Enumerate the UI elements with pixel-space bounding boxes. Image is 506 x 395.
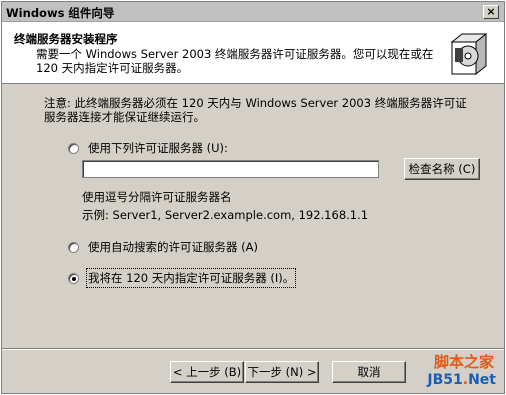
page-subtitle: 需要一个 Windows Server 2003 终端服务器许可证服务器。您可以…: [36, 47, 434, 75]
title-bar: Windows 组件向导 ×: [2, 2, 504, 22]
note-text: 注意: 此终端服务器必须在 120 天内与 Windows Server 200…: [44, 96, 467, 124]
installer-box-icon: [450, 32, 488, 76]
page-title: 终端服务器安装程序: [14, 32, 118, 46]
wizard-window: Windows 组件向导 × 终端服务器安装程序 需要一个 Windows Se…: [1, 1, 505, 394]
radio-button[interactable]: [68, 142, 79, 154]
back-button[interactable]: < 上一步 (B): [170, 361, 244, 383]
window-title: Windows 组件向导: [6, 6, 115, 20]
radio-button[interactable]: [68, 241, 79, 253]
watermark-site: 脚本之家: [433, 353, 494, 371]
license-server-input[interactable]: [82, 160, 379, 178]
hint-text: 使用逗号分隔许可证服务器名: [82, 190, 232, 204]
close-button[interactable]: ×: [483, 5, 499, 19]
radio-label: 使用下列许可证服务器 (U):: [88, 141, 228, 155]
radio-label: 我将在 120 天内指定许可证服务器 (I)。: [85, 268, 297, 288]
cancel-button[interactable]: 取消: [332, 361, 406, 383]
radio-auto-discover[interactable]: 使用自动搜索的许可证服务器 (A): [68, 239, 258, 255]
example-text: 示例: Server1, Server2.example.com, 192.16…: [82, 208, 369, 222]
radio-specify-later[interactable]: 我将在 120 天内指定许可证服务器 (I)。: [68, 268, 297, 288]
check-names-button[interactable]: 检查名称 (C): [404, 158, 480, 180]
watermark-domain-name: JB51: [427, 372, 463, 388]
wizard-header: 终端服务器安装程序 需要一个 Windows Server 2003 终端服务器…: [2, 22, 504, 84]
watermark-tld: Net: [468, 372, 496, 388]
next-button[interactable]: 下一步 (N) >: [245, 361, 319, 383]
radio-button-selected[interactable]: [68, 272, 79, 284]
radio-label: 使用自动搜索的许可证服务器 (A): [88, 240, 258, 254]
footer-divider: [2, 348, 504, 350]
watermark-domain: JB51.Net: [427, 372, 496, 388]
radio-specify-server[interactable]: 使用下列许可证服务器 (U):: [68, 140, 228, 156]
